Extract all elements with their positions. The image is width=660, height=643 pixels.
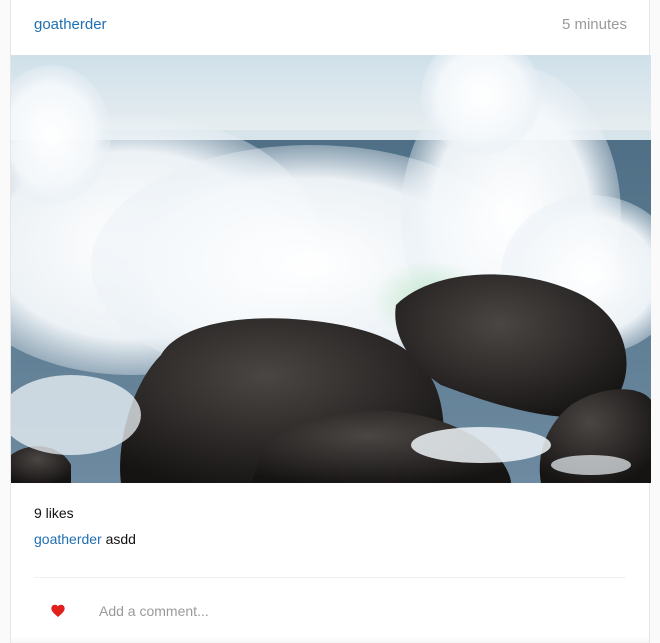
comment-input[interactable] — [99, 600, 619, 622]
post-card: goatherder 5 minutes 9 likes goatherder … — [10, 0, 651, 643]
post-username-link[interactable]: goatherder — [34, 16, 107, 33]
post-header: goatherder 5 minutes — [11, 0, 649, 55]
caption-author-link[interactable]: goatherder — [34, 531, 102, 547]
comment-footer — [11, 578, 649, 643]
card-bottom-shadow — [11, 637, 649, 643]
wave-photo-image — [11, 55, 651, 483]
caption-text: asdd — [105, 531, 136, 547]
heart-icon[interactable] — [50, 603, 66, 619]
post-timestamp: 5 minutes — [561, 16, 627, 33]
post-caption: goatherder asdd — [34, 531, 136, 547]
post-photo[interactable] — [11, 55, 651, 483]
likes-count: 9 likes — [34, 505, 74, 521]
